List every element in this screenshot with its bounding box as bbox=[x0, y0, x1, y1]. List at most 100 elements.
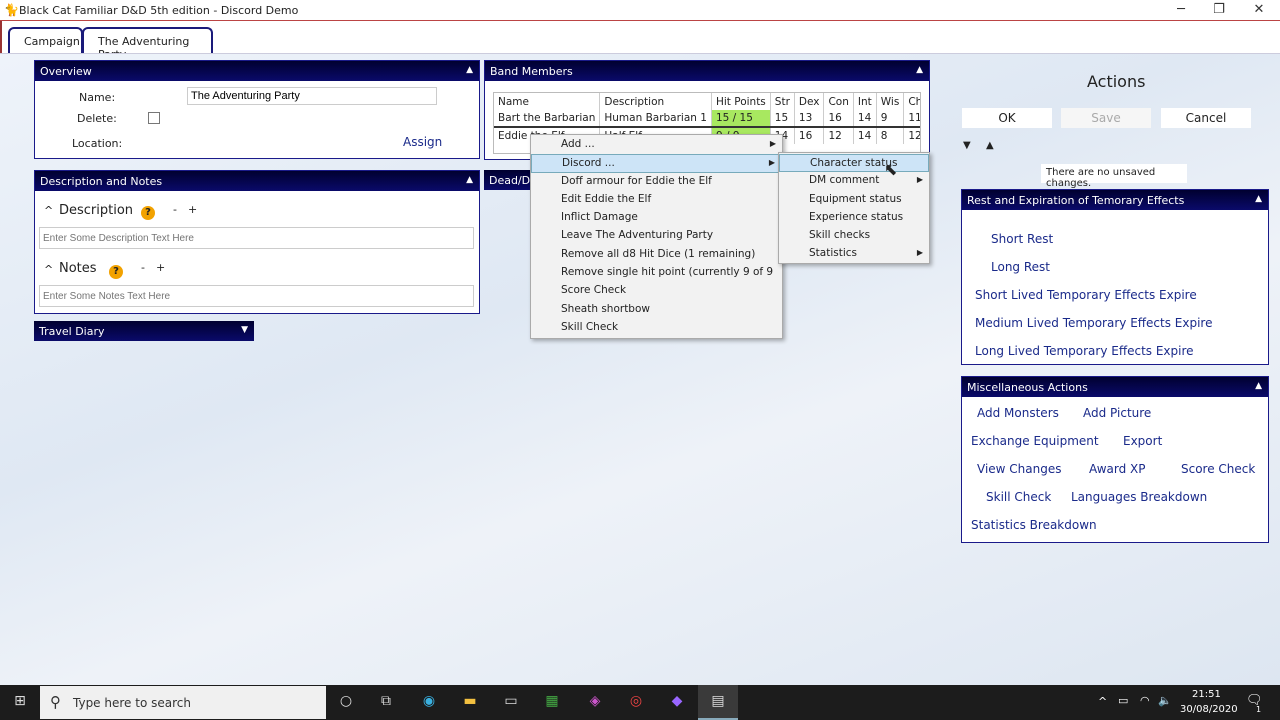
help-icon[interactable]: ? bbox=[109, 265, 123, 279]
misc-action-link[interactable]: Add Picture bbox=[1083, 406, 1151, 420]
column-header[interactable]: Wis bbox=[876, 93, 905, 110]
visual-studio-icon[interactable]: ◆ bbox=[667, 693, 687, 713]
cancel-button[interactable]: Cancel bbox=[1161, 108, 1251, 128]
rest-action-link[interactable]: Short Lived Temporary Effects Expire bbox=[975, 288, 1197, 302]
volume-icon[interactable]: 🔈 bbox=[1158, 694, 1172, 707]
rest-action-link[interactable]: Short Rest bbox=[991, 232, 1053, 246]
context-menu-item[interactable]: Discord ... ▶ bbox=[531, 154, 782, 173]
submenu-item[interactable]: Character status bbox=[779, 154, 929, 173]
app-icon[interactable]: ◈ bbox=[585, 693, 605, 713]
submenu-item[interactable]: Statistics ▶ bbox=[779, 245, 929, 263]
tab-adventuring-party[interactable]: The Adventuring Party bbox=[82, 27, 213, 61]
dead-panel: Dead/De bbox=[484, 170, 537, 190]
edge-icon[interactable]: ◉ bbox=[419, 693, 439, 713]
notes-input[interactable] bbox=[39, 285, 474, 307]
misc-action-link[interactable]: Languages Breakdown bbox=[1071, 490, 1207, 504]
context-menu-item[interactable]: Doff armour for Eddie the Elf bbox=[531, 173, 782, 191]
misc-action-link[interactable]: Skill Check bbox=[986, 490, 1051, 504]
column-header[interactable]: Dex bbox=[794, 93, 825, 110]
collapse-caret[interactable]: ^ bbox=[44, 204, 53, 217]
context-menu-item[interactable]: Skill Check bbox=[531, 319, 782, 337]
expand-icon[interactable]: ▼ bbox=[241, 325, 248, 335]
description-header[interactable]: Description and Notes ▲ bbox=[35, 171, 479, 191]
decrease-button[interactable]: - bbox=[173, 203, 177, 216]
column-header[interactable]: Cha bbox=[903, 93, 920, 110]
misc-action-link[interactable]: Export bbox=[1123, 434, 1162, 448]
collapse-icon[interactable]: ▲ bbox=[1255, 194, 1262, 204]
terminal-icon[interactable]: ▭ bbox=[501, 693, 521, 713]
column-header[interactable]: Name bbox=[494, 93, 601, 110]
context-menu-item[interactable]: Edit Eddie the Elf bbox=[531, 191, 782, 209]
chrome-icon[interactable]: ◎ bbox=[626, 693, 646, 713]
collapse-icon[interactable]: ▲ bbox=[916, 65, 923, 75]
context-menu-item[interactable]: Remove single hit point (currently 9 of … bbox=[531, 264, 782, 282]
context-menu-item[interactable]: Score Check bbox=[531, 282, 782, 300]
menu-item-label: Add ... bbox=[561, 138, 595, 150]
task-view-icon[interactable]: ⧉ bbox=[376, 693, 396, 713]
misc-action-link[interactable]: View Changes bbox=[977, 462, 1062, 476]
move-down-icon[interactable]: ▼ bbox=[963, 140, 971, 151]
clock-time[interactable]: 21:51 bbox=[1192, 689, 1221, 700]
windows-start-icon[interactable]: ⊞ bbox=[10, 693, 30, 713]
close-button[interactable]: ✕ bbox=[1244, 2, 1274, 17]
help-icon[interactable]: ? bbox=[141, 206, 155, 220]
dead-header[interactable]: Dead/De bbox=[484, 170, 537, 190]
context-menu-item[interactable]: Sheath shortbow bbox=[531, 301, 782, 319]
collapse-caret[interactable]: ^ bbox=[44, 263, 53, 276]
misc-action-link[interactable]: Exchange Equipment bbox=[971, 434, 1099, 448]
increase-button[interactable]: + bbox=[156, 261, 165, 274]
minimize-button[interactable]: ─ bbox=[1166, 2, 1196, 17]
description-input[interactable] bbox=[39, 227, 474, 249]
collapse-icon[interactable]: ▲ bbox=[466, 175, 473, 185]
increase-button[interactable]: + bbox=[188, 203, 197, 216]
column-header[interactable]: Int bbox=[853, 93, 877, 110]
rest-action-link[interactable]: Medium Lived Temporary Effects Expire bbox=[975, 316, 1212, 330]
column-header[interactable]: Description bbox=[599, 93, 712, 110]
wifi-icon[interactable]: ◠ bbox=[1140, 694, 1150, 707]
delete-checkbox[interactable] bbox=[148, 112, 160, 124]
tab-campaign[interactable]: Campaign bbox=[8, 27, 83, 54]
taskbar-search[interactable]: ⚲ Type here to search bbox=[40, 686, 326, 719]
column-header[interactable]: Hit Points bbox=[711, 93, 771, 110]
band-members-header[interactable]: Band Members ▲ bbox=[485, 61, 929, 81]
active-app-button[interactable]: ▤ bbox=[698, 685, 738, 720]
rest-action-link[interactable]: Long Rest bbox=[991, 260, 1050, 274]
window-title: Black Cat Familiar D&D 5th edition - Dis… bbox=[19, 4, 299, 17]
ok-button[interactable]: OK bbox=[962, 108, 1052, 128]
file-explorer-icon[interactable]: ▬ bbox=[460, 693, 480, 713]
submenu-item[interactable]: Experience status bbox=[779, 209, 929, 227]
rest-action-link[interactable]: Long Lived Temporary Effects Expire bbox=[975, 344, 1194, 358]
context-menu-item[interactable]: Inflict Damage bbox=[531, 209, 782, 227]
app-icon[interactable]: ▦ bbox=[542, 693, 562, 713]
misc-action-link[interactable]: Statistics Breakdown bbox=[971, 518, 1097, 532]
submenu-item[interactable]: Skill checks bbox=[779, 227, 929, 245]
collapse-icon[interactable]: ▲ bbox=[1255, 381, 1262, 391]
maximize-button[interactable]: ❐ bbox=[1204, 2, 1234, 17]
move-up-icon[interactable]: ▲ bbox=[986, 140, 994, 151]
context-menu-item[interactable]: Add ... ▶ bbox=[531, 136, 782, 154]
misc-action-link[interactable]: Award XP bbox=[1089, 462, 1146, 476]
clock-date[interactable]: 30/08/2020 bbox=[1180, 704, 1238, 715]
context-menu-item[interactable]: Remove all d8 Hit Dice (1 remaining) bbox=[531, 246, 782, 264]
battery-icon[interactable]: ▭ bbox=[1118, 694, 1128, 707]
misc-action-link[interactable]: Score Check bbox=[1181, 462, 1255, 476]
column-header[interactable]: Str bbox=[770, 93, 795, 110]
travel-diary-header[interactable]: Travel Diary ▼ bbox=[34, 321, 254, 341]
misc-action-link[interactable]: Add Monsters bbox=[977, 406, 1059, 420]
save-button[interactable]: Save bbox=[1061, 108, 1151, 128]
collapse-icon[interactable]: ▲ bbox=[466, 65, 473, 75]
overview-header[interactable]: Overview ▲ bbox=[35, 61, 479, 81]
decrease-button[interactable]: - bbox=[141, 261, 145, 274]
misc-header[interactable]: Miscellaneous Actions ▲ bbox=[962, 377, 1268, 397]
column-header[interactable]: Con bbox=[823, 93, 854, 110]
table-row[interactable]: Bart the Barbarian Human Barbarian 1 15 / … bbox=[494, 110, 920, 127]
submenu-item[interactable]: DM comment ▶ bbox=[779, 172, 929, 190]
cortana-icon[interactable]: ○ bbox=[336, 693, 356, 713]
rest-header[interactable]: Rest and Expiration of Temorary Effects ▲ bbox=[962, 190, 1268, 210]
actions-title: Actions bbox=[1087, 72, 1146, 91]
submenu-item[interactable]: Equipment status bbox=[779, 191, 929, 209]
assign-link[interactable]: Assign bbox=[403, 135, 442, 149]
context-menu-item[interactable]: Leave The Adventuring Party bbox=[531, 227, 782, 245]
show-hidden-icons[interactable]: ^ bbox=[1098, 695, 1107, 708]
name-input[interactable] bbox=[187, 87, 437, 105]
